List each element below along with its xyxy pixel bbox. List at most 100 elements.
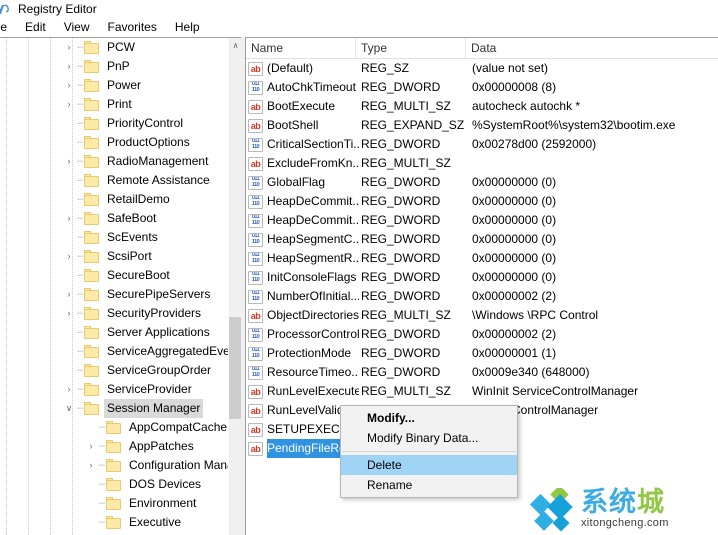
chevron-right-icon[interactable]: ›: [62, 95, 76, 114]
tree-node[interactable]: ›–AppPatches: [0, 437, 228, 456]
registry-value-row[interactable]: 011110InitConsoleFlagsREG_DWORD0x0000000…: [246, 268, 718, 287]
tree-node[interactable]: –Server Applications: [0, 323, 228, 342]
menu-view[interactable]: View: [55, 18, 99, 37]
value-name: ProcessorControl: [267, 325, 359, 344]
registry-value-row[interactable]: 011110GlobalFlagREG_DWORD0x00000000 (0): [246, 173, 718, 192]
string-value-icon: ab: [248, 385, 263, 399]
menu-favorites[interactable]: Favorites: [99, 18, 166, 37]
tree-node[interactable]: –ScEvents: [0, 228, 228, 247]
registry-value-row[interactable]: abObjectDirectoriesREG_MULTI_SZ\Windows …: [246, 306, 718, 325]
context-menu-item-modify[interactable]: Modify...: [341, 408, 517, 428]
tree-node[interactable]: ›–Configuration Mana: [0, 456, 228, 475]
registry-value-row[interactable]: 011110ProtectionModeREG_DWORD0x00000001 …: [246, 344, 718, 363]
folder-icon: [84, 174, 99, 187]
tree-node[interactable]: –AppCompatCache: [0, 418, 228, 437]
registry-value-row[interactable]: 011110HeapSegmentR...REG_DWORD0x00000000…: [246, 249, 718, 268]
chevron-right-icon[interactable]: ›: [84, 456, 98, 475]
binary-value-icon: 011110: [248, 214, 263, 228]
tree-node[interactable]: ›–PCW: [0, 38, 228, 57]
string-value-icon: ab: [248, 404, 263, 418]
registry-value-row[interactable]: ab(Default)REG_SZ(value not set): [246, 59, 718, 78]
tree-node[interactable]: –Executive: [0, 513, 228, 532]
chevron-right-icon[interactable]: ›: [62, 380, 76, 399]
value-data: 0x00000008 (8): [469, 78, 718, 97]
tree-node[interactable]: –SecureBoot: [0, 266, 228, 285]
menu-file[interactable]: ile: [0, 18, 16, 37]
value-data: 0x00000000 (0): [469, 268, 718, 287]
registry-editor-icon: [0, 2, 14, 16]
tree-connector-icon: –: [76, 228, 84, 247]
tree-node[interactable]: –ServiceGroupOrder: [0, 361, 228, 380]
registry-value-row[interactable]: abBootShellREG_EXPAND_SZ%SystemRoot%\sys…: [246, 116, 718, 135]
registry-value-row[interactable]: 011110HeapSegmentC...REG_DWORD0x00000000…: [246, 230, 718, 249]
tree-node[interactable]: ∨–Session Manager: [0, 399, 228, 418]
tree-node[interactable]: –ServiceAggregatedEven: [0, 342, 228, 361]
registry-tree[interactable]: ›–PCW›–PnP›–Power›–Print–PriorityControl…: [0, 38, 228, 535]
value-type: REG_DWORD: [359, 344, 469, 363]
column-header-type[interactable]: Type: [356, 38, 466, 58]
tree-connector-icon: –: [76, 190, 84, 209]
tree-spacer: [62, 171, 76, 190]
registry-value-row[interactable]: abExcludeFromKn...REG_MULTI_SZ: [246, 154, 718, 173]
value-type: REG_MULTI_SZ: [359, 382, 469, 401]
tree-node[interactable]: ›–Power: [0, 76, 228, 95]
tree-node[interactable]: –DOS Devices: [0, 475, 228, 494]
tree-node[interactable]: –ProductOptions: [0, 133, 228, 152]
tree-scrollbar[interactable]: ∧: [228, 38, 241, 535]
context-menu-item-modify-binary-data[interactable]: Modify Binary Data...: [341, 428, 517, 448]
tree-node[interactable]: ›–SecurityProviders: [0, 304, 228, 323]
value-name: RunLevelExecute: [267, 382, 359, 401]
tree-node[interactable]: ›–Print: [0, 95, 228, 114]
tree-node-label: Remote Assistance: [104, 171, 213, 190]
watermark-char-tong: 统: [609, 487, 637, 518]
value-name: GlobalFlag: [267, 173, 359, 192]
chevron-right-icon[interactable]: ›: [62, 304, 76, 323]
tree-node[interactable]: ›–SafeBoot: [0, 209, 228, 228]
tree-node[interactable]: –Remote Assistance: [0, 171, 228, 190]
registry-value-row[interactable]: abBootExecuteREG_MULTI_SZautocheck autoc…: [246, 97, 718, 116]
chevron-right-icon[interactable]: ›: [62, 247, 76, 266]
string-value-icon: ab: [248, 100, 263, 114]
chevron-right-icon[interactable]: ›: [62, 38, 76, 57]
tree-node[interactable]: ›–SecurePipeServers: [0, 285, 228, 304]
chevron-right-icon[interactable]: ›: [62, 152, 76, 171]
folder-icon: [84, 79, 99, 92]
menu-edit[interactable]: Edit: [16, 18, 55, 37]
chevron-right-icon[interactable]: ›: [62, 285, 76, 304]
registry-value-row[interactable]: 011110HeapDeCommit...REG_DWORD0x00000000…: [246, 192, 718, 211]
context-menu-item-rename[interactable]: Rename: [341, 475, 517, 495]
chevron-right-icon[interactable]: ›: [62, 57, 76, 76]
tree-node[interactable]: –Environment: [0, 494, 228, 513]
value-name: NumberOfInitial...: [267, 287, 359, 306]
tree-scrollbar-thumb[interactable]: [229, 317, 241, 419]
list-column-headers: Name Type Data: [246, 38, 718, 59]
registry-value-row[interactable]: 011110AutoChkTimeoutREG_DWORD0x00000008 …: [246, 78, 718, 97]
context-menu-item-delete[interactable]: Delete: [341, 455, 517, 475]
registry-value-row[interactable]: 011110NumberOfInitial...REG_DWORD0x00000…: [246, 287, 718, 306]
menu-help[interactable]: Help: [166, 18, 209, 37]
column-header-data[interactable]: Data: [466, 38, 718, 58]
registry-value-row[interactable]: abRunLevelExecuteREG_MULTI_SZWinInit Ser…: [246, 382, 718, 401]
tree-node[interactable]: ›–ServiceProvider: [0, 380, 228, 399]
tree-node[interactable]: – RetailDemo: [0, 190, 228, 209]
tree-node[interactable]: ›–ScsiPort: [0, 247, 228, 266]
column-header-name[interactable]: Name: [246, 38, 356, 58]
value-type: REG_DWORD: [359, 78, 469, 97]
tree-node-label: RetailDemo: [104, 190, 173, 209]
registry-value-row[interactable]: 011110CriticalSectionTi...REG_DWORD0x002…: [246, 135, 718, 154]
tree-node[interactable]: –PriorityControl: [0, 114, 228, 133]
tree-node[interactable]: ›–PnP: [0, 57, 228, 76]
chevron-right-icon[interactable]: ›: [84, 437, 98, 456]
registry-value-row[interactable]: 011110HeapDeCommit...REG_DWORD0x00000000…: [246, 211, 718, 230]
tree-node[interactable]: ›–RadioManagement: [0, 152, 228, 171]
tree-spacer: [84, 475, 98, 494]
chevron-right-icon[interactable]: ›: [62, 76, 76, 95]
chevron-right-icon[interactable]: ›: [62, 209, 76, 228]
value-name: HeapSegmentC...: [267, 230, 359, 249]
window-title: Registry Editor: [18, 0, 97, 18]
registry-value-row[interactable]: 011110ProcessorControlREG_DWORD0x0000000…: [246, 325, 718, 344]
registry-value-row[interactable]: 011110ResourceTimeo...REG_DWORD0x0009e34…: [246, 363, 718, 382]
chevron-down-icon[interactable]: ∨: [62, 399, 76, 418]
folder-icon: [84, 136, 99, 149]
scroll-up-arrow-icon[interactable]: ∧: [229, 38, 241, 53]
